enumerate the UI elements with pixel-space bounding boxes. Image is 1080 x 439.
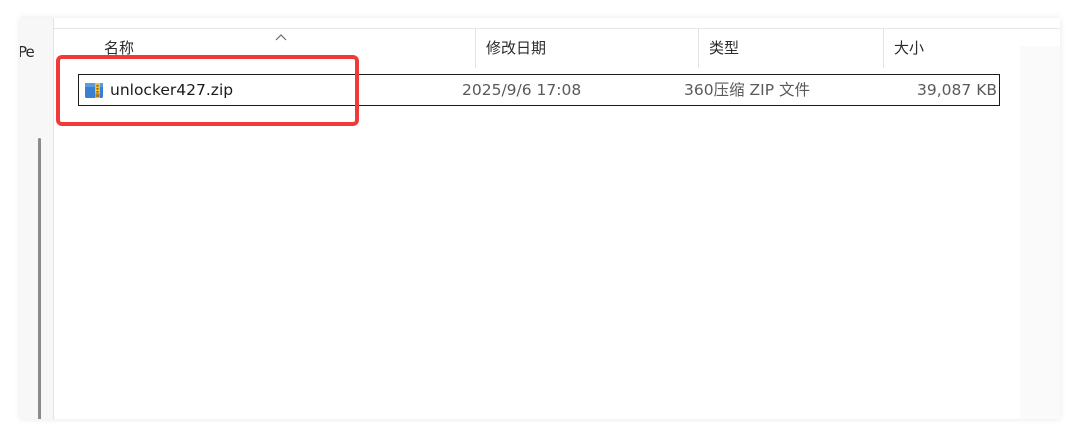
file-explorer-window: Pe 名称 修改日期 类型 大小 unlocker427.zip 2025/9/… [20, 18, 1060, 419]
sort-ascending-icon [275, 34, 287, 41]
navigation-scrollbar[interactable] [38, 138, 41, 419]
column-header-size-label: 大小 [894, 39, 925, 57]
file-type: 360压缩 ZIP 文件 [684, 81, 810, 99]
zip-archive-icon [85, 83, 103, 98]
file-row[interactable]: unlocker427.zip 2025/9/6 17:08 360压缩 ZIP… [78, 74, 1000, 106]
column-header-modified[interactable]: 修改日期 [476, 28, 698, 68]
column-header-name-label: 名称 [104, 39, 135, 57]
right-empty-area [1020, 46, 1060, 419]
navigation-item-truncated[interactable]: Pe [20, 43, 35, 61]
file-list-pane: 名称 修改日期 类型 大小 unlocker427.zip 2025/9/6 1… [54, 18, 1060, 419]
column-header-type[interactable]: 类型 [699, 28, 883, 68]
column-header-type-label: 类型 [709, 39, 740, 57]
file-size: 39,087 KB [917, 81, 997, 99]
column-header-size[interactable]: 大小 [884, 28, 1002, 68]
column-header-bar: 名称 修改日期 类型 大小 [54, 28, 1002, 68]
column-header-modified-label: 修改日期 [486, 39, 547, 57]
navigation-pane: Pe [20, 18, 54, 419]
file-modified-date: 2025/9/6 17:08 [462, 81, 582, 99]
file-name[interactable]: unlocker427.zip [110, 75, 233, 105]
screenshot-frame: Pe 名称 修改日期 类型 大小 unlocker427.zip 2025/9/… [0, 0, 1080, 439]
